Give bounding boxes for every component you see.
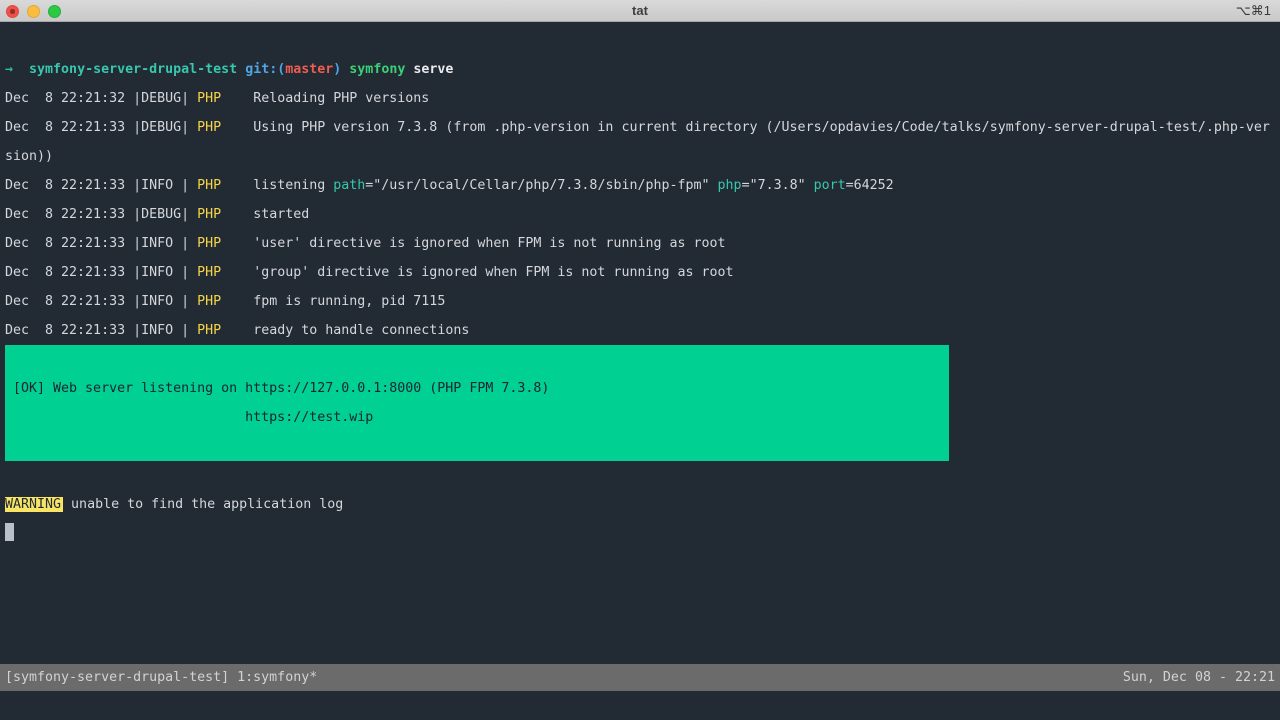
text-segment: ="7.3.8": [742, 178, 814, 193]
warning-line: WARNING unable to find the application l…: [5, 490, 1280, 519]
text-segment: git:(: [245, 62, 285, 77]
title-bar: tat ⌥⌘1: [0, 0, 1280, 22]
text-segment: PHP: [197, 120, 221, 135]
text-segment: [13, 62, 29, 77]
text-segment: ready to handle connections: [221, 323, 469, 338]
block-cursor: [5, 523, 14, 541]
text-segment: sion)): [5, 149, 53, 164]
ok-box-line: https://test.wip: [5, 403, 949, 432]
text-segment: started: [221, 207, 309, 222]
text-segment: Dec 8 22:21:33 |INFO |: [5, 178, 197, 193]
keyboard-shortcut-indicator: ⌥⌘1: [1236, 0, 1271, 22]
text-segment: symfony: [349, 62, 405, 77]
text-segment: PHP: [197, 294, 221, 309]
terminal-line: Dec 8 22:21:33 |INFO | PHP ready to hand…: [5, 316, 1280, 345]
text-segment: PHP: [197, 207, 221, 222]
text-segment: fpm is running, pid 7115: [221, 294, 445, 309]
tmux-clock: Sun, Dec 08 - 22:21: [1123, 664, 1275, 691]
text-segment: PHP: [197, 91, 221, 106]
text-segment: Dec 8 22:21:33 |DEBUG|: [5, 120, 197, 135]
ok-message-box: [OK] Web server listening on https://127…: [5, 345, 949, 461]
text-segment: port: [814, 178, 846, 193]
terminal-line: sion)): [5, 142, 1280, 171]
terminal-line: Dec 8 22:21:33 |INFO | PHP 'user' direct…: [5, 229, 1280, 258]
text-segment: Reloading PHP versions: [221, 91, 429, 106]
text-segment: [237, 62, 245, 77]
warning-message: unable to find the application log: [63, 497, 343, 512]
terminal-line: Dec 8 22:21:33 |INFO | PHP fpm is runnin…: [5, 287, 1280, 316]
text-segment: Using PHP version 7.3.8 (from .php-versi…: [221, 120, 1270, 135]
text-segment: PHP: [197, 236, 221, 251]
terminal-line: Dec 8 22:21:33 |DEBUG| PHP started: [5, 200, 1280, 229]
text-segment: listening: [221, 178, 333, 193]
terminal-line: Dec 8 22:21:33 |INFO | PHP 'group' direc…: [5, 258, 1280, 287]
text-segment: Dec 8 22:21:33 |INFO |: [5, 323, 197, 338]
terminal-line: Dec 8 22:21:33 |DEBUG| PHP Using PHP ver…: [5, 113, 1280, 142]
text-segment: master: [285, 62, 333, 77]
text-segment: serve: [413, 62, 453, 77]
text-segment: symfony-server-drupal-test: [29, 62, 237, 77]
text-segment: 'user' directive is ignored when FPM is …: [221, 236, 725, 251]
text-segment: Dec 8 22:21:33 |INFO |: [5, 294, 197, 309]
warning-badge: WARNING: [5, 497, 63, 512]
text-segment: PHP: [197, 178, 221, 193]
cursor-line: [5, 519, 1280, 548]
text-segment: =64252: [846, 178, 894, 193]
text-segment: Dec 8 22:21:33 |INFO |: [5, 265, 197, 280]
terminal-line: Dec 8 22:21:33 |INFO | PHP listening pat…: [5, 171, 1280, 200]
text-segment: ="/usr/local/Cellar/php/7.3.8/sbin/php-f…: [365, 178, 717, 193]
tmux-session-window-info: [symfony-server-drupal-test] 1:symfony*: [5, 664, 317, 691]
blank-line: [5, 461, 1280, 490]
text-segment: php: [718, 178, 742, 193]
window-title: tat: [0, 0, 1280, 22]
text-segment: PHP: [197, 323, 221, 338]
text-segment: PHP: [197, 265, 221, 280]
text-segment: →: [5, 62, 13, 77]
text-segment: Dec 8 22:21:33 |INFO |: [5, 236, 197, 251]
ok-box-line: [5, 345, 949, 374]
tmux-status-bar: [symfony-server-drupal-test] 1:symfony* …: [0, 664, 1280, 691]
terminal-output[interactable]: → symfony-server-drupal-test git:(master…: [0, 22, 1280, 720]
ok-box-line: [5, 432, 949, 461]
terminal-line: → symfony-server-drupal-test git:(master…: [5, 55, 1280, 84]
text-segment: Dec 8 22:21:33 |DEBUG|: [5, 207, 197, 222]
text-segment: 'group' directive is ignored when FPM is…: [221, 265, 733, 280]
ok-box-line: [OK] Web server listening on https://127…: [5, 374, 949, 403]
text-segment: path: [333, 178, 365, 193]
terminal-line: Dec 8 22:21:32 |DEBUG| PHP Reloading PHP…: [5, 84, 1280, 113]
text-segment: Dec 8 22:21:32 |DEBUG|: [5, 91, 197, 106]
terminal-window: tat ⌥⌘1 → symfony-server-drupal-test git…: [0, 0, 1280, 720]
